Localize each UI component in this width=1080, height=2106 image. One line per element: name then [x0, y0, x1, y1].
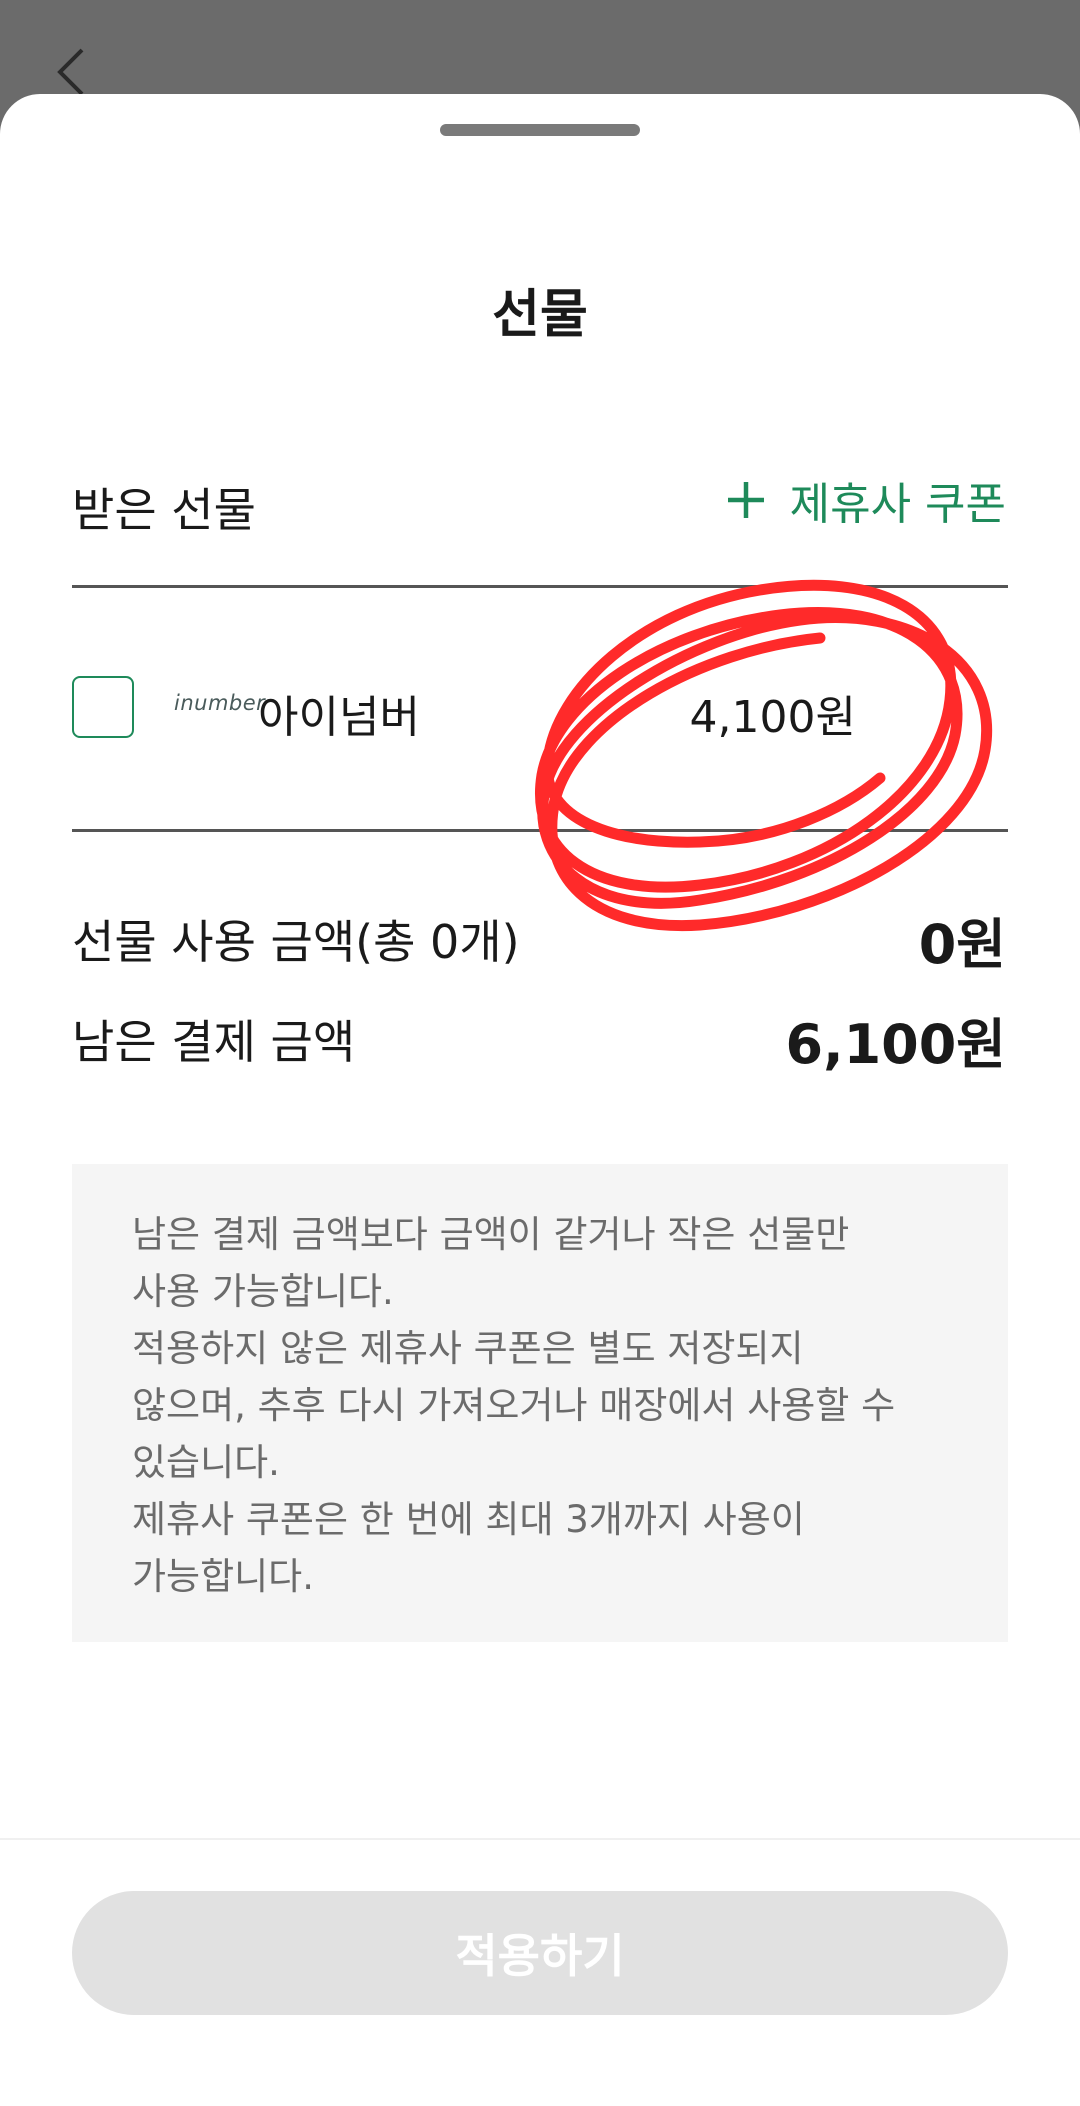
inumber-logo: inumber	[174, 691, 266, 715]
plus-icon	[727, 482, 764, 518]
bottom-sheet: 선물 받은 선물 제휴사 쿠폰 inumber 아이넘버 4,100원 선물 사…	[0, 94, 1080, 2106]
gift-name: 아이넘버	[258, 692, 420, 743]
notice-box: 남은 결제 금액보다 금액이 같거나 작은 선물만 사용 가능합니다. 적용하지…	[72, 1164, 1008, 1642]
remaining-payment-value: 6,100원	[785, 1013, 1007, 1076]
gift-used-amount-label: 선물 사용 금액(총 0개)	[72, 915, 520, 969]
sheet-drag-handle[interactable]	[440, 124, 640, 136]
notice-text: 남은 결제 금액보다 금액이 같거나 작은 선물만 사용 가능합니다. 적용하지…	[132, 1213, 896, 1598]
apply-button[interactable]: 적용하기	[72, 1891, 1008, 2015]
gift-checkbox[interactable]	[72, 676, 134, 738]
received-gifts-label: 받은 선물	[72, 483, 256, 537]
add-partner-coupon-label: 제휴사 쿠폰	[789, 479, 1006, 530]
footer-divider	[0, 1838, 1080, 1840]
add-partner-coupon-button[interactable]: 제휴사 쿠폰	[726, 468, 1006, 532]
back-chevron-icon[interactable]	[52, 48, 92, 96]
gift-amount: 4,100원	[689, 692, 856, 743]
gift-used-amount-value: 0원	[918, 913, 1006, 976]
list-bottom-divider	[72, 829, 1008, 832]
list-top-divider	[72, 585, 1008, 588]
sheet-title: 선물	[492, 285, 588, 345]
remaining-payment-label: 남은 결제 금액	[72, 1015, 356, 1069]
